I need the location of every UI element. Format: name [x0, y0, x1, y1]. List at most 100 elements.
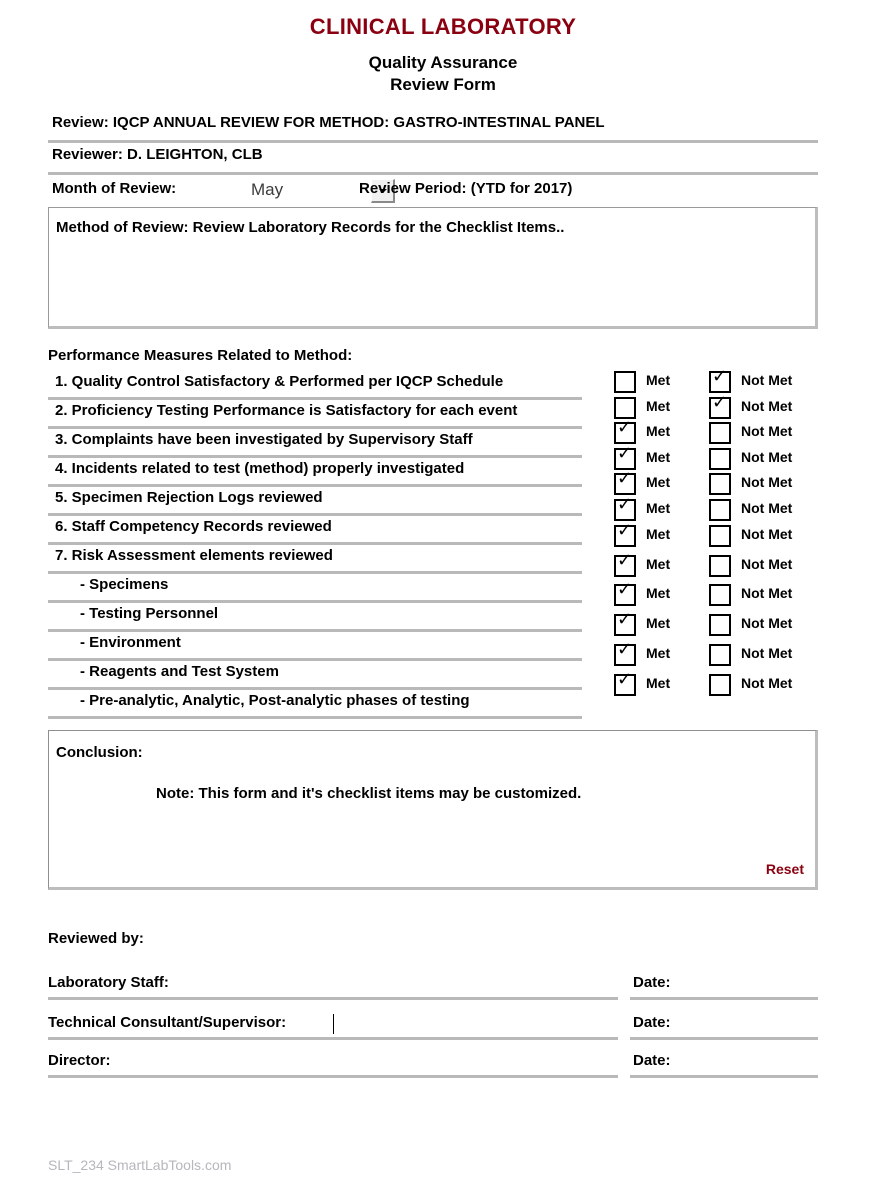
- met-checkbox[interactable]: [614, 396, 636, 419]
- text-cursor: [333, 1014, 334, 1034]
- reviewed-by-heading: Reviewed by:: [48, 930, 144, 947]
- met-label: Met: [646, 555, 671, 572]
- not-met-checkbox[interactable]: [709, 554, 731, 577]
- met-checkbox[interactable]: ✓: [614, 549, 636, 577]
- signature-date-field[interactable]: Date:: [630, 1050, 818, 1078]
- signature-role-label: Director:: [48, 1052, 111, 1069]
- measure-checkbox-row: ✓ Met Not Met: [612, 519, 842, 555]
- signature-name-field[interactable]: Director:: [48, 1050, 618, 1078]
- conclusion-label: Conclusion:: [56, 744, 143, 761]
- met-checkbox[interactable]: ✓: [614, 417, 636, 445]
- measure-label: 6. Staff Competency Records reviewed: [55, 518, 332, 535]
- signature-role-label: Laboratory Staff:: [48, 974, 169, 991]
- met-checkbox[interactable]: ✓: [614, 470, 636, 496]
- met-checkbox[interactable]: ✓: [614, 578, 636, 606]
- not-met-label: Not Met: [741, 448, 793, 465]
- not-met-checkbox[interactable]: [709, 673, 731, 696]
- conclusion-textarea[interactable]: Conclusion: Note: This form and it's che…: [48, 730, 818, 890]
- not-met-label: Not Met: [741, 674, 793, 691]
- signature-date-label: Date:: [633, 974, 671, 991]
- check-icon: ✓: [617, 519, 633, 541]
- not-met-checkbox[interactable]: [709, 447, 731, 470]
- not-met-checkbox[interactable]: ✓: [709, 366, 731, 393]
- measure-row: - Specimens: [48, 574, 582, 603]
- not-met-checkbox[interactable]: [709, 613, 731, 636]
- met-label: Met: [646, 674, 671, 691]
- not-met-label: Not Met: [741, 555, 793, 572]
- met-checkbox[interactable]: ✓: [614, 638, 636, 666]
- signature-date-field[interactable]: Date:: [630, 972, 818, 1000]
- measure-row: - Testing Personnel: [48, 603, 582, 632]
- measure-checkbox-row: ✓ Met Not Met: [612, 578, 842, 614]
- not-met-label: Not Met: [741, 372, 793, 388]
- reviewer-field-text: Reviewer: D. LEIGHTON, CLB: [52, 146, 263, 163]
- reviewer-field-row[interactable]: Reviewer: D. LEIGHTON, CLB: [48, 144, 818, 175]
- measure-row: - Pre-analytic, Analytic, Post-analytic …: [48, 690, 582, 719]
- measure-checkbox-row: ✓ Met Not Met: [612, 417, 842, 448]
- measure-checkbox-row: ✓ Met Not Met: [612, 668, 842, 704]
- signature-date-field[interactable]: Date:: [630, 1012, 818, 1040]
- not-met-checkbox[interactable]: [709, 643, 731, 666]
- measure-checkbox-row: Met ✓ Not Met: [612, 391, 842, 423]
- month-of-review-row: Month of Review: May Review Period: (YTD…: [48, 178, 818, 210]
- measure-row: 5. Specimen Rejection Logs reviewed: [48, 487, 582, 516]
- met-label: Met: [646, 474, 671, 491]
- met-label: Met: [646, 614, 671, 631]
- met-label: Met: [646, 499, 671, 516]
- not-met-checkbox[interactable]: [709, 422, 731, 445]
- not-met-checkbox[interactable]: [709, 473, 731, 496]
- method-of-review-textarea[interactable]: Method of Review: Review Laboratory Reco…: [48, 207, 818, 329]
- measure-checkbox-row: ✓ Met Not Met: [612, 470, 842, 499]
- measure-label: - Specimens: [80, 576, 169, 593]
- form-page: CLINICAL LABORATORY Quality Assurance Re…: [0, 0, 886, 1192]
- measure-row: - Environment: [48, 632, 582, 661]
- met-checkbox[interactable]: ✓: [614, 495, 636, 521]
- performance-measures-list: 1. Quality Control Satisfactory & Perfor…: [48, 371, 582, 719]
- check-icon: ✓: [617, 578, 633, 600]
- measure-label: 7. Risk Assessment elements reviewed: [55, 547, 333, 564]
- check-icon: ✓: [617, 549, 633, 571]
- met-checkbox[interactable]: ✓: [614, 668, 636, 696]
- measure-label: - Reagents and Test System: [80, 663, 279, 680]
- check-icon: ✓: [617, 417, 633, 439]
- page-subtitle-line2: Review Form: [390, 75, 496, 94]
- not-met-label: Not Met: [741, 614, 793, 631]
- measure-row: 4. Incidents related to test (method) pr…: [48, 458, 582, 487]
- reset-button[interactable]: Reset: [766, 861, 804, 877]
- check-icon: ✓: [617, 638, 633, 660]
- met-label: Met: [646, 644, 671, 661]
- signature-name-field[interactable]: Laboratory Staff:: [48, 972, 618, 1000]
- signature-date-label: Date:: [633, 1052, 671, 1069]
- met-checkbox[interactable]: ✓: [614, 519, 636, 547]
- page-subtitle-line1: Quality Assurance: [368, 53, 518, 72]
- measure-row: 7. Risk Assessment elements reviewed: [48, 545, 582, 574]
- met-label: Met: [646, 584, 671, 601]
- not-met-label: Not Met: [741, 499, 793, 516]
- check-icon: ✓: [712, 391, 728, 413]
- not-met-checkbox[interactable]: [709, 498, 731, 521]
- measure-label: 4. Incidents related to test (method) pr…: [55, 460, 465, 477]
- check-icon: ✓: [712, 366, 728, 387]
- met-label: Met: [646, 448, 671, 465]
- measure-row: - Reagents and Test System: [48, 661, 582, 690]
- met-label: Met: [646, 423, 671, 440]
- measure-label: - Environment: [80, 634, 181, 651]
- month-select-value[interactable]: May: [251, 180, 283, 200]
- check-icon: ✓: [617, 608, 633, 630]
- performance-measures-heading: Performance Measures Related to Method:: [48, 347, 353, 364]
- measure-label: - Testing Personnel: [80, 605, 219, 622]
- measure-checkbox-row: ✓ Met Not Met: [612, 638, 842, 674]
- met-checkbox[interactable]: [614, 371, 636, 393]
- not-met-checkbox[interactable]: ✓: [709, 391, 731, 419]
- page-title: CLINICAL LABORATORY: [309, 14, 577, 39]
- met-checkbox[interactable]: ✓: [614, 444, 636, 470]
- not-met-checkbox[interactable]: [709, 524, 731, 547]
- met-checkbox[interactable]: ✓: [614, 608, 636, 636]
- not-met-label: Not Met: [741, 644, 793, 661]
- not-met-label: Not Met: [741, 423, 793, 440]
- review-field-row[interactable]: Review: IQCP ANNUAL REVIEW FOR METHOD: G…: [48, 112, 818, 143]
- check-icon: ✓: [617, 668, 633, 690]
- not-met-checkbox[interactable]: [709, 583, 731, 606]
- met-label: Met: [646, 525, 671, 542]
- signature-date-label: Date:: [633, 1014, 671, 1031]
